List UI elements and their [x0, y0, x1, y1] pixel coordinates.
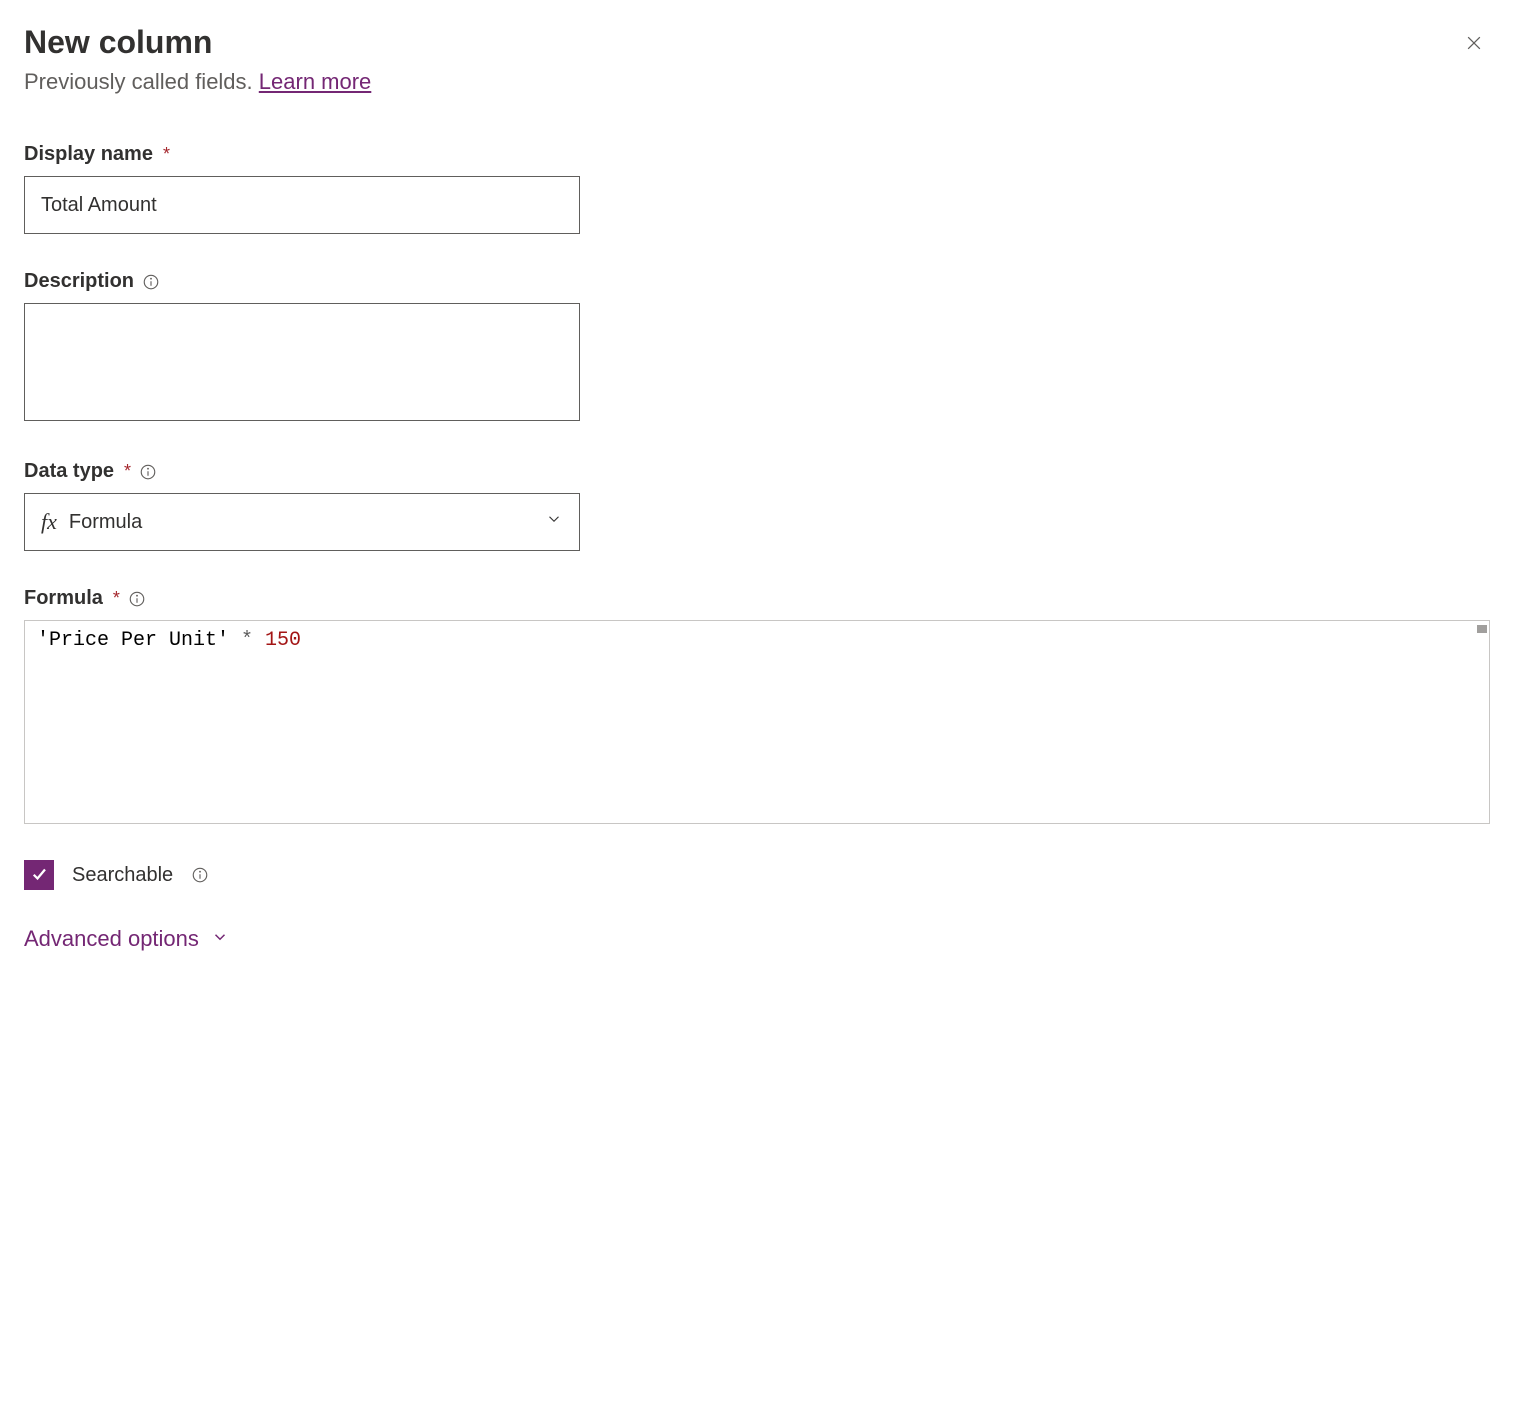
- display-name-input[interactable]: [24, 176, 580, 234]
- chevron-down-icon: [545, 510, 563, 534]
- display-name-group: Display name *: [24, 143, 1490, 234]
- data-type-select[interactable]: fx Formula: [24, 493, 580, 551]
- required-indicator: *: [113, 588, 120, 609]
- data-type-group: Data type * fx Formula: [24, 460, 1490, 551]
- chevron-down-icon: [211, 926, 229, 952]
- learn-more-link[interactable]: Learn more: [259, 69, 372, 94]
- required-indicator: *: [124, 461, 131, 482]
- dialog-subtitle: Previously called fields. Learn more: [24, 69, 1458, 95]
- formula-label: Formula: [24, 587, 103, 610]
- close-icon: [1464, 33, 1484, 56]
- formula-editor[interactable]: 'Price Per Unit' * 150: [24, 620, 1490, 824]
- checkmark-icon: [30, 865, 48, 886]
- advanced-options-toggle[interactable]: Advanced options: [24, 926, 1490, 952]
- searchable-checkbox[interactable]: [24, 860, 54, 890]
- subtitle-prefix: Previously called fields.: [24, 69, 259, 94]
- formula-number-token: 150: [265, 629, 301, 652]
- dialog-header: New column Previously called fields. Lea…: [24, 24, 1490, 95]
- formula-group: Formula * 'Price Per Unit' * 150: [24, 587, 1490, 824]
- required-indicator: *: [163, 144, 170, 165]
- info-icon[interactable]: [128, 590, 146, 608]
- close-button[interactable]: [1458, 28, 1490, 60]
- info-icon[interactable]: [191, 866, 209, 884]
- description-label: Description: [24, 270, 134, 293]
- data-type-label: Data type: [24, 460, 114, 483]
- fx-icon: fx: [41, 509, 57, 535]
- description-input[interactable]: [24, 303, 580, 421]
- display-name-label: Display name: [24, 143, 153, 166]
- info-icon[interactable]: [142, 273, 160, 291]
- description-group: Description: [24, 270, 1490, 424]
- data-type-label-row: Data type *: [24, 460, 1490, 483]
- searchable-row: Searchable: [24, 860, 1490, 890]
- display-name-label-row: Display name *: [24, 143, 1490, 166]
- searchable-label: Searchable: [72, 864, 173, 887]
- info-icon[interactable]: [139, 463, 157, 481]
- formula-operator-token: *: [229, 629, 265, 652]
- scrollbar-indicator: [1477, 625, 1487, 633]
- formula-content: 'Price Per Unit' * 150: [37, 629, 1477, 652]
- header-text-block: New column Previously called fields. Lea…: [24, 24, 1458, 95]
- dialog-title: New column: [24, 24, 1458, 61]
- data-type-value: Formula: [69, 511, 533, 534]
- data-type-select-wrapper: fx Formula: [24, 493, 580, 551]
- formula-label-row: Formula *: [24, 587, 1490, 610]
- advanced-options-label: Advanced options: [24, 926, 199, 952]
- description-label-row: Description: [24, 270, 1490, 293]
- formula-string-token: 'Price Per Unit': [37, 629, 229, 652]
